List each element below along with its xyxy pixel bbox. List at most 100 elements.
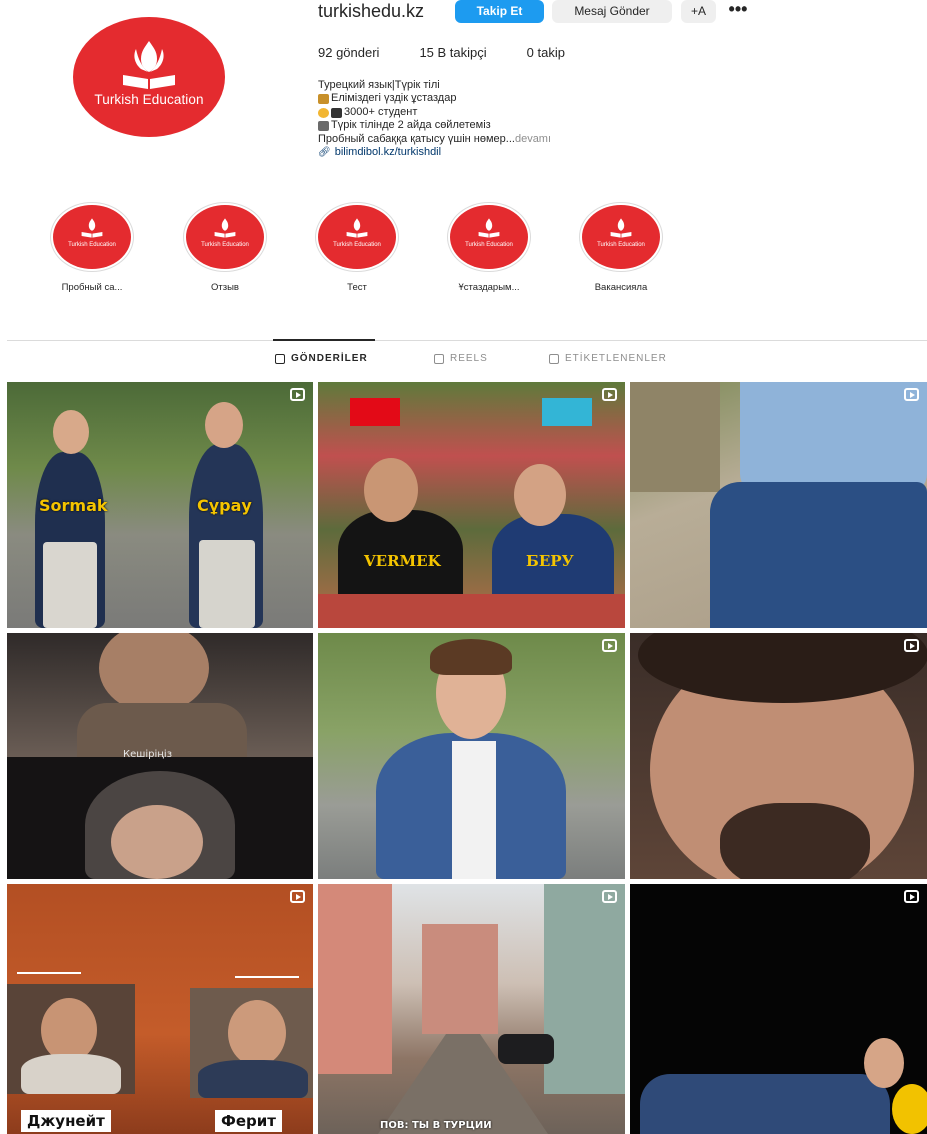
arrow-left-icon bbox=[17, 972, 81, 974]
post-caption: ПОВ: ТЫ В ТУРЦИИ bbox=[380, 1120, 492, 1131]
highlight-item[interactable]: Turkish Education Вакансиялa bbox=[566, 205, 676, 293]
bio-line: Турецкий язык|Түрік тілі bbox=[318, 79, 440, 91]
post-caption: БЕРУ bbox=[526, 552, 574, 570]
car-shape bbox=[498, 1034, 554, 1064]
story-highlights: Turkish Education Пробный са... Turkish … bbox=[0, 205, 927, 305]
follow-button[interactable]: Takip Et bbox=[455, 0, 544, 23]
person-figure bbox=[43, 542, 97, 628]
bio-line: Еліміздегі үздік ұстаздар bbox=[318, 92, 551, 105]
person-head bbox=[228, 1000, 286, 1066]
hair-detail bbox=[430, 639, 512, 675]
post-thumbnail[interactable]: ПОВ: ТЫ В ТУРЦИИ bbox=[318, 884, 625, 1134]
person-head bbox=[205, 402, 243, 448]
avatar-brand-text: Turkish Education bbox=[94, 92, 204, 107]
arrow-right-icon bbox=[235, 976, 299, 978]
followers-count[interactable]: 15 B takipçi bbox=[419, 45, 486, 60]
post-thumbnail[interactable]: VERMEK БЕРУ bbox=[318, 382, 625, 628]
add-person-icon: +A bbox=[690, 4, 706, 18]
post-caption: Ферит bbox=[215, 1110, 282, 1132]
bio-link-row[interactable]: 🔗︎ bilimdibol.kz/turkishdil bbox=[318, 146, 551, 159]
post-thumbnail[interactable]: Кешіріңіз bbox=[7, 633, 313, 879]
turkey-flag-icon bbox=[350, 398, 400, 426]
wall-background bbox=[630, 382, 720, 492]
highlight-item[interactable]: Turkish Education Пробный са... bbox=[37, 205, 147, 293]
shirt-detail bbox=[452, 741, 496, 879]
following-count[interactable]: 0 takip bbox=[527, 45, 565, 60]
bio-line: Түрік тілінде 2 айда сөйлетеміз bbox=[318, 119, 551, 132]
profile-stats: 92 gönderi 15 B takipçi 0 takip bbox=[318, 45, 605, 60]
tulip-book-logo-icon bbox=[214, 218, 236, 238]
reels-icon bbox=[602, 639, 617, 652]
message-button[interactable]: Mesaj Gönder bbox=[552, 0, 672, 23]
post-thumbnail[interactable] bbox=[630, 382, 927, 628]
tulip-book-logo-icon bbox=[81, 218, 103, 238]
film-emoji-icon bbox=[318, 120, 329, 131]
tulip-book-logo-icon bbox=[478, 218, 500, 238]
tulip-book-logo-icon bbox=[610, 218, 632, 238]
bio-line: 3000+ студент bbox=[318, 106, 551, 119]
person-figure bbox=[198, 1060, 308, 1098]
person-head bbox=[53, 410, 89, 454]
person-figure bbox=[640, 1074, 890, 1134]
post-thumbnail[interactable]: Sormak Сұрау bbox=[7, 382, 313, 628]
person-figure bbox=[740, 382, 927, 494]
highlight-cover: Turkish Education bbox=[186, 205, 264, 269]
beard-detail bbox=[720, 803, 870, 879]
reels-icon bbox=[602, 890, 617, 903]
post-thumbnail[interactable]: Джунейт Ферит bbox=[7, 884, 313, 1134]
person-head bbox=[41, 998, 97, 1062]
post-thumbnail[interactable] bbox=[630, 633, 927, 879]
flower-bed bbox=[318, 594, 625, 628]
profile-bio: Турецкий язык|Түрік тілі Еліміздегі үзді… bbox=[318, 79, 551, 159]
bio-link[interactable]: bilimdibol.kz/turkishdil bbox=[335, 146, 441, 159]
reels-icon bbox=[904, 639, 919, 652]
more-options-icon[interactable]: ••• bbox=[726, 0, 750, 22]
highlight-label: Вакансиялa bbox=[594, 282, 648, 293]
smile-emoji-icon bbox=[318, 107, 329, 118]
tabs-divider bbox=[7, 340, 927, 341]
profile-avatar[interactable]: Turkish Education bbox=[73, 17, 225, 137]
highlight-item[interactable]: Turkish Education Отзыв bbox=[170, 205, 280, 293]
highlight-cover: Turkish Education bbox=[450, 205, 528, 269]
highlight-item[interactable]: Turkish Education Тест bbox=[302, 205, 412, 293]
building-right bbox=[544, 884, 625, 1094]
graduation-cap-emoji-icon bbox=[331, 107, 342, 118]
reels-icon bbox=[434, 353, 444, 364]
tulip-book-logo-icon bbox=[346, 218, 368, 238]
person-figure bbox=[710, 482, 927, 628]
reels-icon bbox=[904, 890, 919, 903]
person-head bbox=[514, 464, 566, 526]
reels-icon bbox=[602, 388, 617, 401]
suggest-user-button[interactable]: +A bbox=[681, 0, 716, 23]
post-caption: Джунейт bbox=[21, 1110, 111, 1132]
kazakhstan-flag-icon bbox=[542, 398, 592, 426]
trophy-emoji-icon bbox=[318, 94, 329, 105]
highlight-cover: Turkish Education bbox=[582, 205, 660, 269]
portrait-frame bbox=[190, 988, 313, 1098]
highlight-item[interactable]: Turkish Education Ұстаздарым... bbox=[434, 205, 544, 293]
post-caption: VERMEK bbox=[364, 552, 441, 570]
person-figure bbox=[199, 540, 255, 628]
avatar[interactable]: Turkish Education bbox=[73, 17, 225, 137]
tagged-icon bbox=[549, 353, 559, 364]
portrait-frame bbox=[7, 984, 135, 1094]
highlight-cover: Turkish Education bbox=[53, 205, 131, 269]
bean-bag bbox=[892, 1084, 927, 1134]
posts-grid: Sormak Сұрау VERMEK БЕРУ Кешіріңіз Джуне… bbox=[7, 382, 927, 1134]
tab-reels[interactable]: REELS bbox=[434, 353, 488, 364]
tab-posts[interactable]: GÖNDERİLER bbox=[275, 353, 368, 364]
bio-line: Пробный сабаққа қатысу үшін нөмер... dev… bbox=[318, 132, 552, 146]
highlight-cover: Turkish Education bbox=[318, 205, 396, 269]
post-thumbnail[interactable] bbox=[318, 633, 625, 879]
person-head bbox=[364, 458, 418, 522]
bio-more-link[interactable]: devamı bbox=[515, 133, 551, 146]
tab-tagged[interactable]: ETİKETLENENLER bbox=[549, 353, 667, 364]
reels-icon bbox=[290, 890, 305, 903]
profile-username: turkishedu.kz bbox=[318, 1, 425, 21]
post-thumbnail[interactable] bbox=[630, 884, 927, 1134]
post-caption: Кешіріңіз bbox=[123, 749, 173, 760]
tulip-book-logo-icon bbox=[123, 41, 175, 89]
highlight-label: Ұстаздарым... bbox=[458, 282, 520, 293]
post-caption: Сұрау bbox=[197, 496, 252, 515]
building-center bbox=[422, 924, 498, 1034]
